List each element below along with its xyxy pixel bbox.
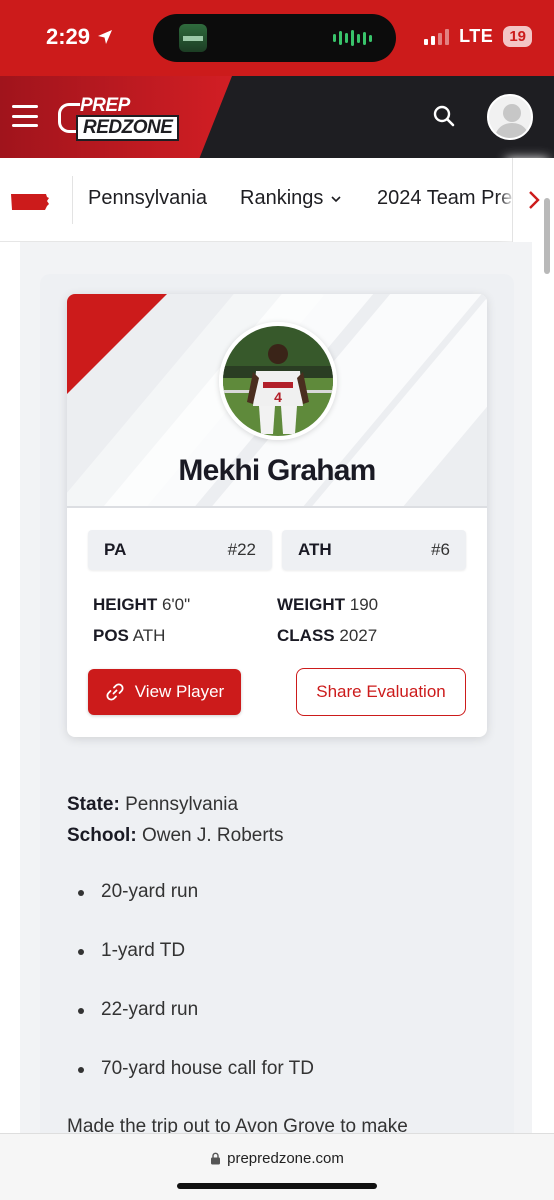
class-stat: CLASS 2027 [277,626,377,646]
school-info: School: Owen J. Roberts [67,825,283,847]
card-divider [67,506,487,508]
class-value: 2027 [339,626,378,645]
lock-icon [211,1152,221,1165]
nav-item-team-preview[interactable]: 2024 Team Pre [377,187,512,210]
player-photo-image: 4 [223,326,333,436]
site-logo[interactable]: PREP REDZONE [58,95,180,141]
search-icon[interactable] [432,104,456,128]
height-label: HEIGHT [93,595,158,614]
network-label: LTE [459,26,494,46]
share-evaluation-button[interactable]: Share Evaluation [296,668,466,716]
position-rank-label: ATH [298,540,332,559]
list-item-text: 20-yard run [101,881,199,902]
time-label: 2:29 [46,24,91,49]
player-name[interactable]: Mekhi Graham [67,454,487,488]
link-icon [106,683,124,701]
height-value: 6'0" [161,595,191,614]
pennsylvania-state-icon[interactable] [10,192,50,212]
page-scrollbar[interactable] [544,198,550,274]
site-header: PREP REDZONE [0,76,554,158]
weight-label: WEIGHT [277,595,345,614]
height-stat: HEIGHT 6'0" [93,595,190,615]
player-photo[interactable]: 4 [219,322,337,440]
url-display[interactable]: prepredzone.com [0,1150,554,1167]
chevron-right-icon [529,191,540,209]
list-item: 22-yard run [78,999,198,1021]
logo-text-redzone: REDZONE [76,115,180,141]
state-rank-value: #22 [227,540,256,559]
nav-item-rankings[interactable]: Rankings [240,187,341,210]
list-item-text: 1-yard TD [101,940,186,961]
status-indicators: LTE 19 [424,26,532,47]
list-item: 70-yard house call for TD [78,1058,314,1080]
list-item: 1-yard TD [78,940,185,962]
list-item: 20-yard run [78,881,198,903]
position-stat: POS ATH [93,626,165,646]
state-rank-pill: PA #22 [88,530,272,570]
signal-icon [424,28,450,45]
nav-divider [72,176,73,224]
player-profile-card: 4 Mekhi Graham PA #22 ATH #6 HEIGHT 6'0"… [67,294,487,737]
dynamic-island [153,14,396,62]
battery-icon: 19 [503,26,532,47]
position-rank-pill: ATH #6 [282,530,466,570]
weight-value: 190 [349,595,379,614]
audio-wave-icon [333,30,372,46]
state-rank-label: PA [104,540,127,559]
view-player-label: View Player [134,682,225,701]
nav-rankings-label: Rankings [240,187,324,209]
position-value: ATH [132,626,166,645]
card-corner-accent [67,294,167,394]
now-playing-thumbnail [179,24,207,52]
position-label: POS [93,626,129,645]
list-item-text: 22-yard run [101,999,199,1020]
weight-stat: WEIGHT 190 [277,595,378,615]
view-player-button[interactable]: View Player [88,669,241,715]
status-time: 2:29 [46,24,114,50]
school-info-value: Owen J. Roberts [141,825,284,846]
position-rank-value: #6 [431,540,450,559]
status-bar: 2:29 LTE 19 [0,0,554,76]
chevron-down-icon [331,195,341,202]
state-info-label: State: [67,794,120,815]
hamburger-menu-icon[interactable] [12,105,38,127]
url-text: prepredzone.com [227,1150,344,1167]
list-item-text: 70-yard house call for TD [101,1058,314,1079]
class-label: CLASS [277,626,335,645]
home-indicator[interactable] [177,1183,377,1189]
state-info: State: Pennsylvania [67,794,238,816]
location-arrow-icon [98,30,113,44]
svg-text:4: 4 [274,389,282,405]
nav-item-pennsylvania[interactable]: Pennsylvania [88,187,207,210]
logo-text-prep: PREP [80,95,130,116]
school-info-label: School: [67,825,137,846]
state-info-value: Pennsylvania [125,794,239,815]
user-avatar[interactable] [487,94,533,140]
